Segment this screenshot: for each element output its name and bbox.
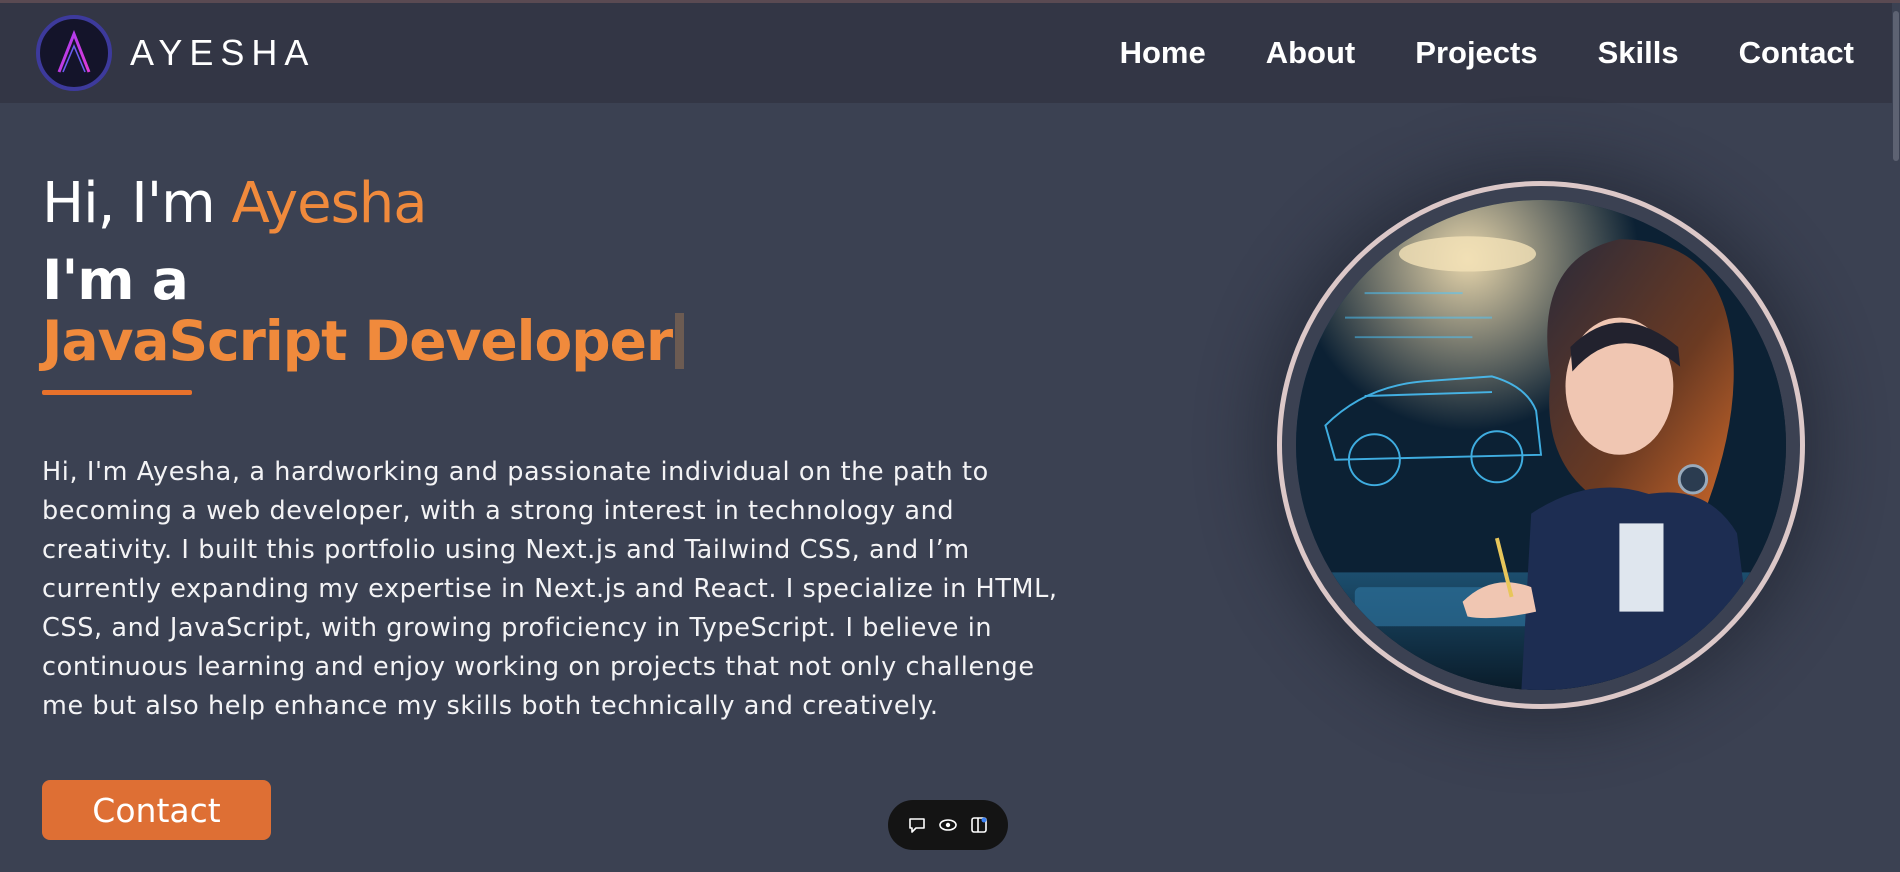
hero-greeting: Hi, I'm Ayesha: [42, 170, 1092, 238]
page-scrollbar[interactable]: [1892, 3, 1900, 872]
typing-cursor: [675, 313, 685, 369]
greeting-name: Ayesha: [231, 171, 428, 236]
nav-link-projects[interactable]: Projects: [1415, 35, 1537, 71]
accent-divider: [42, 390, 192, 395]
hero-bio: Hi, I'm Ayesha, a hardworking and passio…: [42, 457, 1058, 721]
comment-icon[interactable]: [906, 814, 928, 836]
eye-icon[interactable]: [937, 814, 959, 836]
typed-role-text: JavaScript Developer: [42, 309, 673, 373]
brand[interactable]: AYESHA: [36, 15, 315, 91]
scrollbar-thumb[interactable]: [1893, 11, 1899, 161]
hero-role: JavaScript Developer: [42, 310, 1092, 372]
greeting-prefix: Hi, I'm: [42, 171, 232, 236]
top-navigation-bar: AYESHA Home About Projects Skills Contac…: [0, 3, 1900, 103]
hero-section: Hi, I'm Ayesha I'm a JavaScript Develope…: [42, 170, 1092, 726]
nav-link-contact[interactable]: Contact: [1739, 35, 1854, 71]
nav-link-about[interactable]: About: [1266, 35, 1356, 71]
portrait-image: [1296, 200, 1786, 690]
sidebar-panel-icon[interactable]: [968, 814, 990, 836]
brand-name[interactable]: AYESHA: [130, 32, 315, 74]
nav-link-home[interactable]: Home: [1120, 35, 1206, 71]
floating-toolbar: [888, 800, 1008, 850]
contact-button[interactable]: Contact: [42, 780, 271, 840]
portrait-frame: [1277, 181, 1805, 709]
letter-a-logo-icon[interactable]: [36, 15, 112, 91]
main-menu: Home About Projects Skills Contact: [1120, 35, 1854, 71]
hero-intro: I'm a: [42, 248, 189, 312]
nav-link-skills[interactable]: Skills: [1598, 35, 1679, 71]
